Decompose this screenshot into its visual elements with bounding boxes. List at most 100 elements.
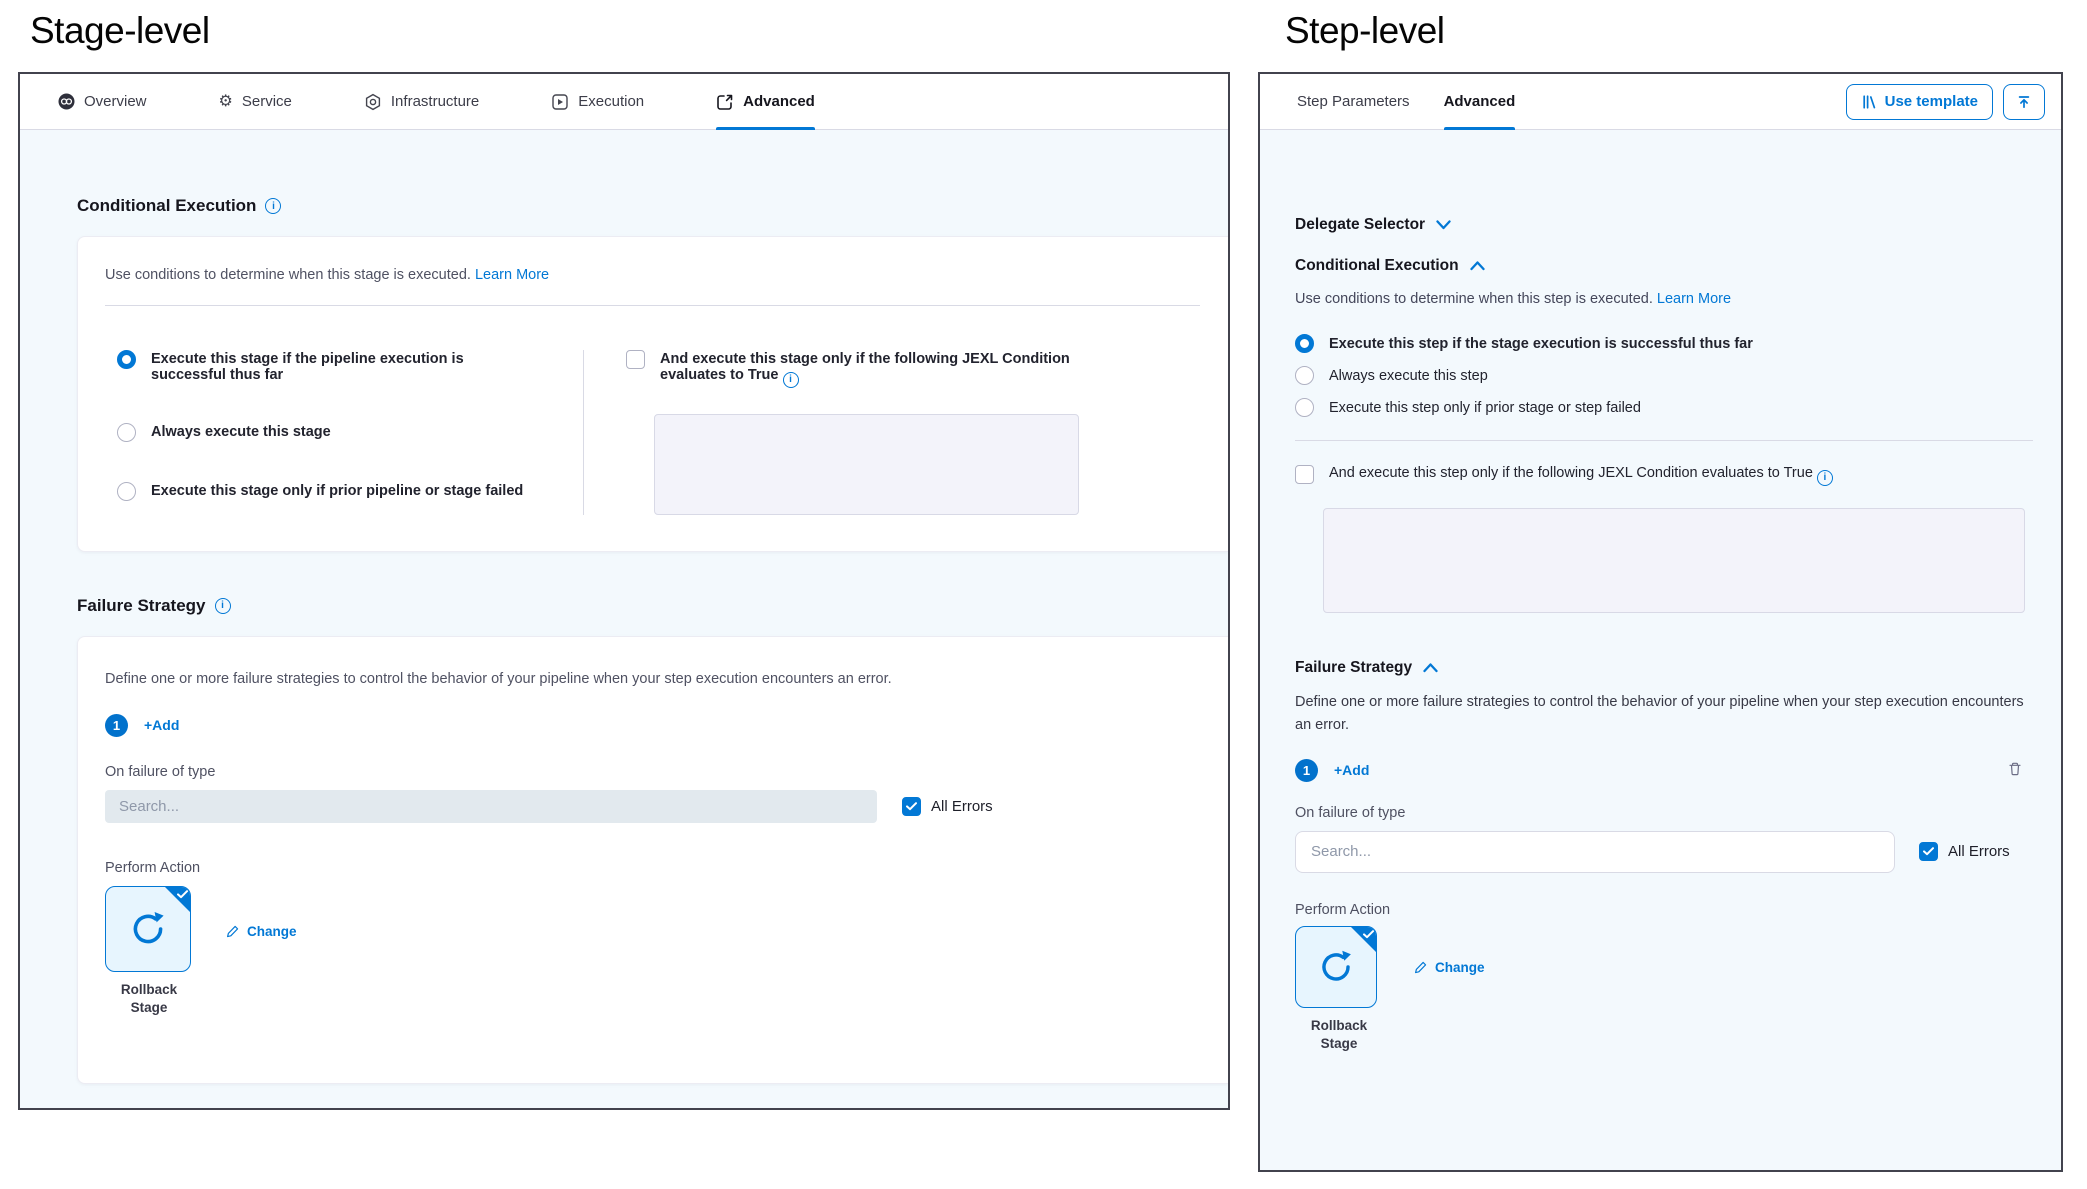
tab-infrastructure[interactable]: Infrastructure: [364, 74, 479, 129]
change-action-link[interactable]: Change: [225, 924, 297, 939]
tab-service[interactable]: ⚙ Service: [219, 74, 292, 129]
tab-execution[interactable]: Execution: [551, 74, 644, 129]
jexl-checkbox[interactable]: [626, 350, 645, 369]
info-icon[interactable]: i: [1817, 470, 1833, 486]
radio-option-row[interactable]: Execute this stage if the pipeline execu…: [117, 350, 583, 383]
jexl-checkbox-row[interactable]: And execute this step only if the follow…: [1295, 464, 2033, 486]
strategy-index-badge[interactable]: 1: [1295, 759, 1318, 782]
radio-unselected[interactable]: [117, 482, 136, 501]
conditional-execution-description: Use conditions to determine when this st…: [105, 267, 1200, 283]
rollback-stage-action-tile[interactable]: [1295, 926, 1377, 1008]
rollback-stage-action-tile[interactable]: [105, 886, 191, 972]
info-icon[interactable]: i: [265, 198, 281, 214]
radio-option-label: Execute this stage if the pipeline execu…: [151, 350, 481, 383]
jexl-checkbox-label: And execute this stage only if the follo…: [660, 350, 1080, 388]
all-errors-label: All Errors: [1948, 843, 2010, 860]
failure-strategy-toggle[interactable]: Failure Strategy: [1295, 659, 2033, 677]
radio-option-row[interactable]: Execute this stage only if prior pipelin…: [117, 482, 583, 501]
use-template-button[interactable]: Use template: [1846, 84, 1993, 120]
stage-advanced-content: Conditional Execution i Use conditions t…: [20, 130, 1228, 1108]
delegate-selector-label: Delegate Selector: [1295, 216, 1425, 234]
jexl-checkbox-row[interactable]: And execute this stage only if the follo…: [626, 350, 1200, 388]
delegate-selector-toggle[interactable]: Delegate Selector: [1295, 130, 2033, 234]
failure-strategy-heading: Failure Strategy i: [77, 596, 1228, 616]
conditional-execution-title: Conditional Execution: [1295, 257, 1459, 275]
radio-option-row[interactable]: Execute this step only if prior stage or…: [1295, 398, 2033, 417]
conditional-execution-toggle[interactable]: Conditional Execution: [1295, 257, 2033, 275]
on-failure-of-type-label: On failure of type: [105, 764, 1198, 780]
radio-selected[interactable]: [117, 350, 136, 369]
pencil-icon: [1413, 960, 1428, 975]
tab-step-parameters[interactable]: Step Parameters: [1297, 74, 1410, 129]
info-icon[interactable]: i: [215, 598, 231, 614]
overview-icon: [58, 93, 75, 110]
template-library-icon: [1861, 94, 1877, 110]
gear-icon: ⚙: [219, 94, 233, 110]
tab-overview-label: Overview: [84, 93, 147, 110]
jexl-checkbox[interactable]: [1295, 465, 1314, 484]
check-icon: [906, 802, 917, 811]
stage-panel: Overview ⚙ Service Infrastructure Execut…: [18, 72, 1230, 1110]
add-strategy-button[interactable]: +Add: [144, 717, 179, 733]
divider: [1295, 440, 2033, 441]
radio-option-label: Execute this step if the stage execution…: [1329, 335, 1753, 352]
screenshot-canvas: Stage-level Step-level Overview ⚙ Servic…: [0, 0, 2087, 1189]
step-level-title: Step-level: [1285, 10, 1445, 52]
tab-service-label: Service: [242, 93, 292, 110]
selected-check-icon: [1363, 930, 1374, 939]
perform-action-label: Perform Action: [1295, 902, 2033, 918]
radio-option-row[interactable]: Always execute this step: [1295, 366, 2033, 385]
jexl-condition-textarea[interactable]: [654, 414, 1079, 515]
failure-type-search-input[interactable]: [105, 790, 877, 823]
tab-step-advanced[interactable]: Advanced: [1444, 74, 1516, 129]
add-strategy-button[interactable]: +Add: [1334, 762, 1369, 778]
chevron-up-icon: [1423, 663, 1438, 673]
conditional-execution-description: Use conditions to determine when this st…: [1295, 291, 2033, 307]
failure-strategy-title: Failure Strategy: [77, 596, 206, 616]
all-errors-option[interactable]: All Errors: [902, 797, 993, 816]
failure-strategy-card: Define one or more failure strategies to…: [77, 636, 1228, 1084]
execution-condition-options: Execute this step if the stage execution…: [1295, 334, 2033, 417]
all-errors-checkbox[interactable]: [902, 797, 921, 816]
conditional-execution-heading: Conditional Execution i: [77, 130, 1228, 216]
radio-option-label: Always execute this stage: [151, 423, 331, 440]
infrastructure-icon: [364, 93, 382, 111]
info-icon[interactable]: i: [783, 372, 799, 388]
upload-button[interactable]: [2003, 84, 2045, 120]
rollback-icon: [126, 907, 170, 951]
jexl-condition-section: And execute this stage only if the follo…: [584, 350, 1200, 515]
tab-overview[interactable]: Overview: [58, 74, 147, 129]
pencil-icon: [225, 924, 240, 939]
radio-option-label: Execute this stage only if prior pipelin…: [151, 482, 523, 499]
change-action-link[interactable]: Change: [1413, 960, 1485, 975]
delete-strategy-button[interactable]: [2005, 759, 2025, 782]
failure-strategy-description: Define one or more failure strategies to…: [1295, 691, 2033, 737]
perform-action-label: Perform Action: [105, 860, 1198, 876]
tab-advanced[interactable]: Advanced: [716, 74, 815, 129]
radio-unselected[interactable]: [117, 423, 136, 442]
tab-execution-label: Execution: [578, 93, 644, 110]
check-icon: [1923, 847, 1934, 856]
selected-check-icon: [177, 890, 188, 899]
execution-play-icon: [551, 93, 569, 111]
radio-option-row[interactable]: Execute this step if the stage execution…: [1295, 334, 2033, 353]
learn-more-link[interactable]: Learn More: [475, 267, 549, 283]
jexl-condition-textarea[interactable]: [1323, 508, 2025, 613]
radio-option-row[interactable]: Always execute this stage: [117, 423, 583, 442]
learn-more-link[interactable]: Learn More: [1657, 291, 1731, 307]
tab-infrastructure-label: Infrastructure: [391, 93, 479, 110]
all-errors-option[interactable]: All Errors: [1919, 842, 2010, 861]
failure-type-search-input[interactable]: [1295, 831, 1895, 873]
tab-advanced-label: Advanced: [743, 93, 815, 110]
strategy-index-badge[interactable]: 1: [105, 714, 128, 737]
chevron-up-icon: [1470, 261, 1485, 271]
step-tab-bar: Step Parameters Advanced Use template: [1260, 74, 2061, 130]
all-errors-checkbox[interactable]: [1919, 842, 1938, 861]
all-errors-label: All Errors: [931, 798, 993, 815]
on-failure-of-type-label: On failure of type: [1295, 805, 2033, 821]
rollback-stage-label: Rollback Stage: [1295, 1017, 1383, 1053]
radio-unselected[interactable]: [1295, 366, 1314, 385]
radio-selected[interactable]: [1295, 334, 1314, 353]
radio-unselected[interactable]: [1295, 398, 1314, 417]
stage-level-title: Stage-level: [30, 10, 210, 52]
